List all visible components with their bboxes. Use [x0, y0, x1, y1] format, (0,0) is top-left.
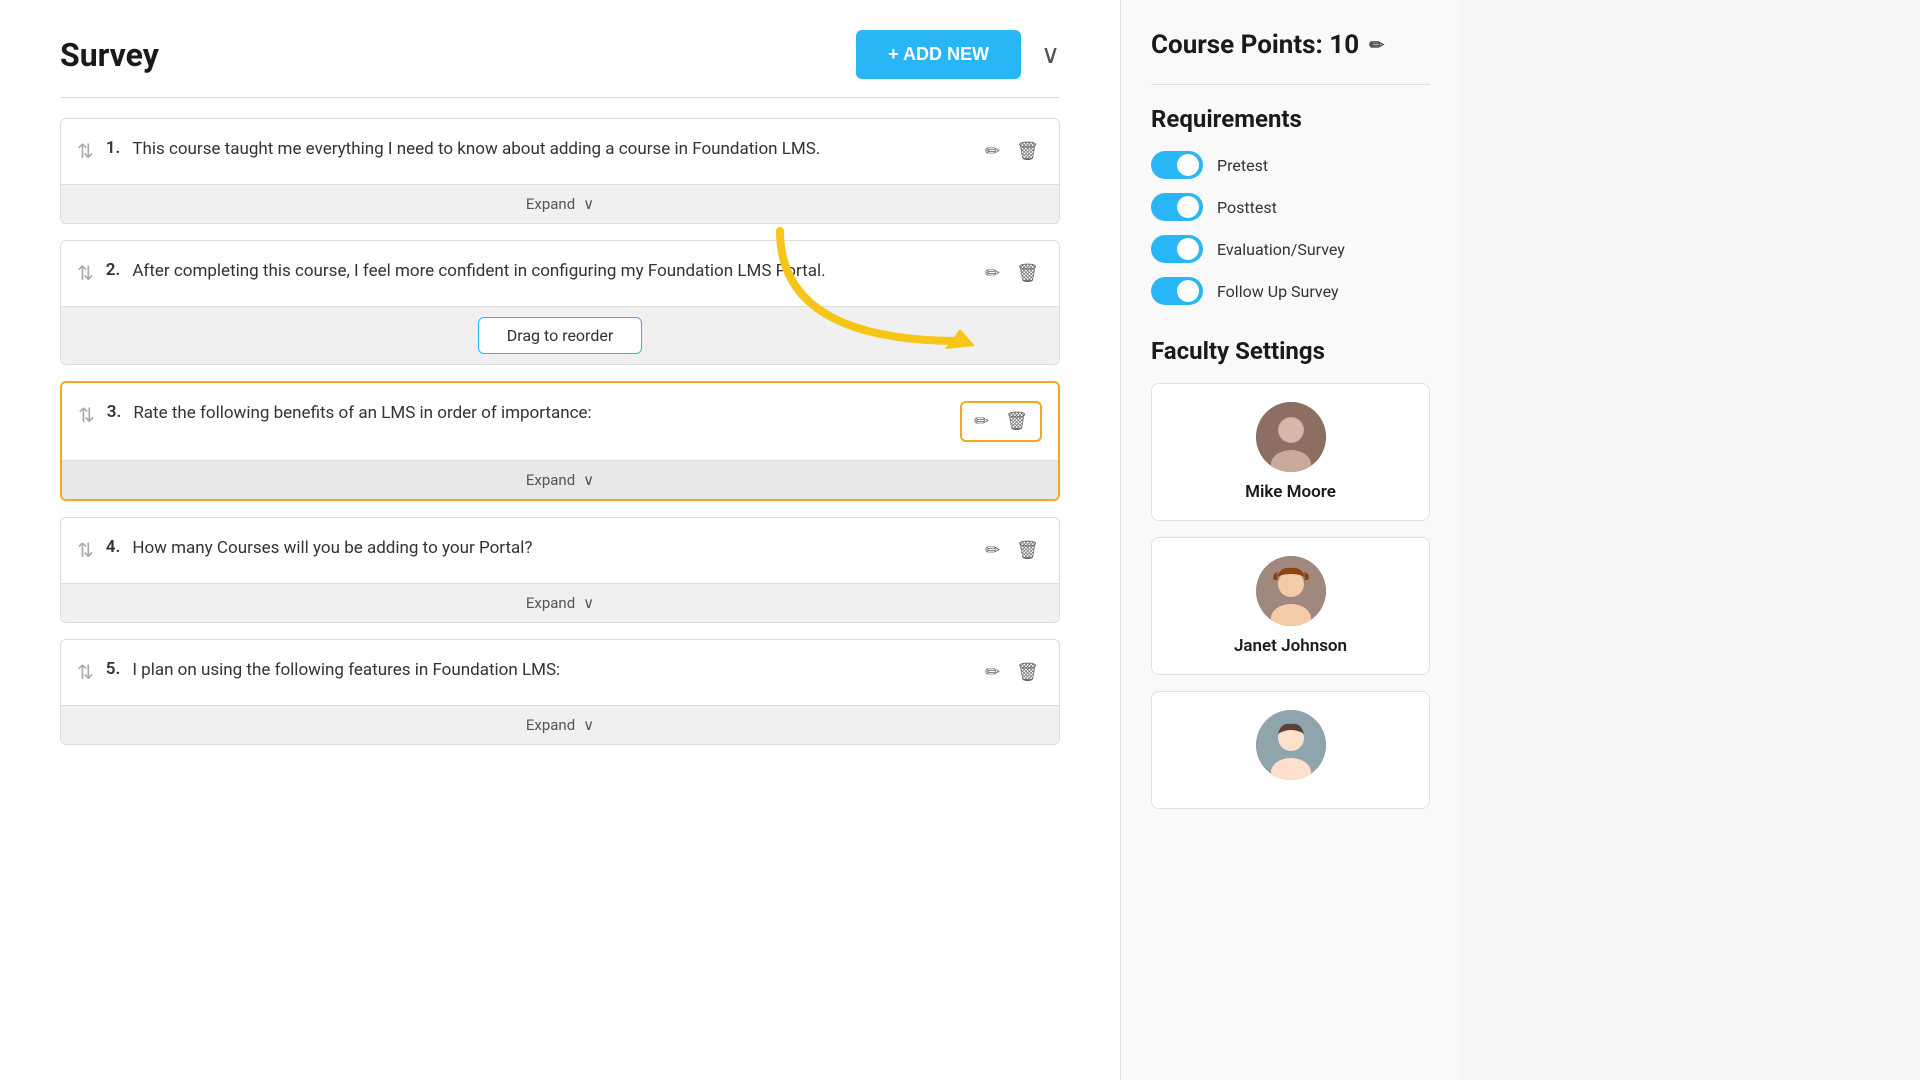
- expand-footer-4[interactable]: Expand ∨: [61, 583, 1059, 622]
- question-number-5: 5.: [106, 659, 121, 679]
- mike-avatar-svg: [1256, 402, 1326, 472]
- avatar-mike: [1256, 402, 1326, 472]
- survey-item-5: ⇅ 5. I plan on using the following featu…: [60, 639, 1060, 745]
- edit-course-points-icon[interactable]: ✏: [1369, 35, 1384, 56]
- edit-button-2[interactable]: ✏: [981, 259, 1004, 288]
- requirement-evaluation: Evaluation/Survey: [1151, 235, 1430, 263]
- drag-handle-icon-3[interactable]: ⇅: [78, 403, 95, 427]
- edit-button-1[interactable]: ✏: [981, 137, 1004, 166]
- question-text-1: This course taught me everything I need …: [132, 137, 957, 163]
- survey-item-5-header: ⇅ 5. I plan on using the following featu…: [61, 640, 1059, 705]
- survey-header: Survey + ADD NEW ∨: [60, 30, 1060, 98]
- survey-item-1: ⇅ 1. This course taught me everything I …: [60, 118, 1060, 224]
- followup-label: Follow Up Survey: [1217, 282, 1339, 301]
- question-number-2: 2.: [106, 260, 121, 280]
- delete-button-5[interactable]: 🗑: [1012, 658, 1043, 687]
- faculty-title: Faculty Settings: [1151, 337, 1430, 365]
- drag-handle-icon[interactable]: ⇅: [77, 139, 94, 163]
- question-number-1: 1.: [106, 138, 121, 158]
- pretest-label: Pretest: [1217, 156, 1268, 175]
- faculty-card-janet: Janet Johnson: [1151, 537, 1430, 675]
- requirement-followup: Follow Up Survey: [1151, 277, 1430, 305]
- survey-item-3-header: ⇅ 3. Rate the following benefits of an L…: [62, 383, 1058, 460]
- requirement-pretest: Pretest: [1151, 151, 1430, 179]
- main-content: Survey + ADD NEW ∨ ⇅ 1. This course taug…: [0, 0, 1120, 1080]
- drag-handle-icon-4[interactable]: ⇅: [77, 538, 94, 562]
- survey-item-4: ⇅ 4. How many Courses will you be adding…: [60, 517, 1060, 623]
- avatar-janet: [1256, 556, 1326, 626]
- delete-button-2[interactable]: 🗑: [1012, 259, 1043, 288]
- requirement-posttest: Posttest: [1151, 193, 1430, 221]
- item-actions-4: ✏ 🗑: [981, 536, 1043, 565]
- sidebar: Course Points: 10 ✏ Requirements Pretest…: [1120, 0, 1460, 1080]
- expand-footer-3[interactable]: Expand ∨: [62, 460, 1058, 499]
- question-text-2: After completing this course, I feel mor…: [132, 259, 957, 285]
- edit-button-3[interactable]: ✏: [970, 407, 993, 436]
- collapse-chevron-icon[interactable]: ∨: [1041, 40, 1060, 70]
- edit-button-5[interactable]: ✏: [981, 658, 1004, 687]
- question-text-4: How many Courses will you be adding to y…: [132, 536, 957, 562]
- item-actions-2: ✏ 🗑: [981, 259, 1043, 288]
- faculty-card-mike: Mike Moore: [1151, 383, 1430, 521]
- survey-item-2: ⇅ 2. After completing this course, I fee…: [60, 240, 1060, 365]
- app-layout: Survey + ADD NEW ∨ ⇅ 1. This course taug…: [0, 0, 1920, 1080]
- divider-1: [1151, 84, 1430, 85]
- requirements-title: Requirements: [1151, 105, 1430, 133]
- survey-item-3: ⇅ 3. Rate the following benefits of an L…: [60, 381, 1060, 501]
- avatar-third: [1256, 710, 1326, 780]
- question-text-3: Rate the following benefits of an LMS in…: [133, 401, 936, 427]
- expand-chevron-icon-4: ∨: [583, 594, 594, 612]
- mike-name: Mike Moore: [1245, 482, 1336, 502]
- drag-reorder-footer[interactable]: Drag to reorder: [61, 306, 1059, 364]
- expand-chevron-icon-1: ∨: [583, 195, 594, 213]
- third-avatar-svg: [1256, 710, 1326, 780]
- janet-avatar-svg: [1256, 556, 1326, 626]
- toggle-followup[interactable]: [1151, 277, 1203, 305]
- item-actions-5: ✏ 🗑: [981, 658, 1043, 687]
- faculty-card-third: [1151, 691, 1430, 809]
- item-actions-1: ✏ 🗑: [981, 137, 1043, 166]
- drag-reorder-label: Drag to reorder: [478, 317, 643, 354]
- posttest-label: Posttest: [1217, 198, 1277, 217]
- edit-button-4[interactable]: ✏: [981, 536, 1004, 565]
- toggle-posttest[interactable]: [1151, 193, 1203, 221]
- delete-button-4[interactable]: 🗑: [1012, 536, 1043, 565]
- question-text-5: I plan on using the following features i…: [132, 658, 957, 684]
- drag-handle-icon-5[interactable]: ⇅: [77, 660, 94, 684]
- add-new-button[interactable]: + ADD NEW: [856, 30, 1021, 79]
- survey-title: Survey: [60, 36, 159, 74]
- drag-handle-icon-2[interactable]: ⇅: [77, 261, 94, 285]
- survey-item-4-header: ⇅ 4. How many Courses will you be adding…: [61, 518, 1059, 583]
- expand-chevron-icon-3: ∨: [583, 471, 594, 489]
- delete-button-1[interactable]: 🗑: [1012, 137, 1043, 166]
- survey-item-1-header: ⇅ 1. This course taught me everything I …: [61, 119, 1059, 184]
- question-number-4: 4.: [106, 537, 121, 557]
- delete-button-3[interactable]: 🗑: [1001, 407, 1032, 436]
- survey-item-2-header: ⇅ 2. After completing this course, I fee…: [61, 241, 1059, 306]
- item-actions-3: ✏ 🗑: [960, 401, 1042, 442]
- question-number-3: 3.: [107, 402, 122, 422]
- faculty-settings: Faculty Settings Mike Moore: [1151, 337, 1430, 809]
- expand-chevron-icon-5: ∨: [583, 716, 594, 734]
- header-right: + ADD NEW ∨: [856, 30, 1060, 79]
- course-points: Course Points: 10 ✏: [1151, 30, 1430, 60]
- evaluation-label: Evaluation/Survey: [1217, 240, 1345, 259]
- expand-footer-5[interactable]: Expand ∨: [61, 705, 1059, 744]
- requirements-section: Requirements Pretest Posttest: [1151, 105, 1430, 305]
- toggle-evaluation[interactable]: [1151, 235, 1203, 263]
- janet-name: Janet Johnson: [1234, 636, 1347, 656]
- toggle-pretest[interactable]: [1151, 151, 1203, 179]
- expand-footer-1[interactable]: Expand ∨: [61, 184, 1059, 223]
